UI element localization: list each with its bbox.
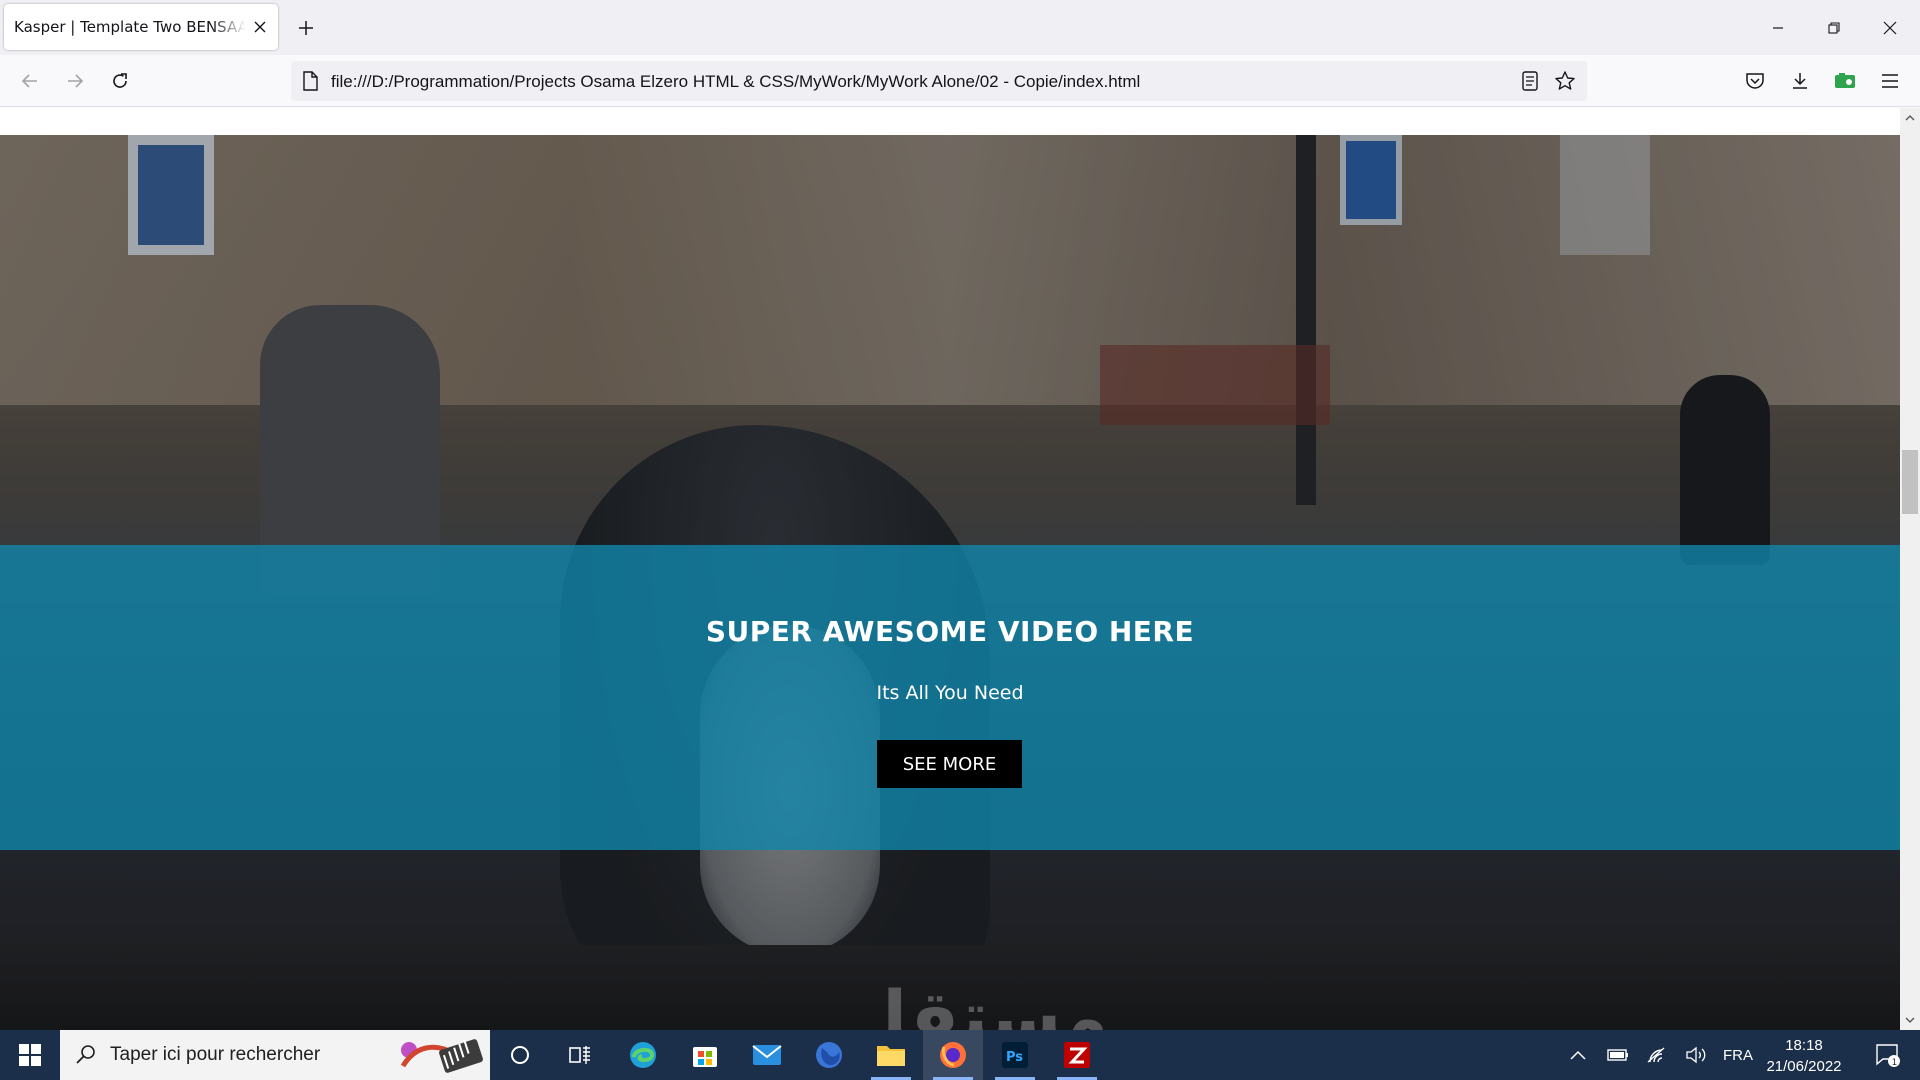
video-title: SUPER AWESOME VIDEO HERE bbox=[705, 615, 1195, 648]
pocket-icon[interactable] bbox=[1741, 67, 1769, 95]
search-placeholder: Taper ici pour rechercher bbox=[110, 1044, 321, 1065]
extension-icon[interactable] bbox=[1831, 67, 1859, 95]
photoshop-app-icon[interactable]: Ps bbox=[985, 1030, 1045, 1080]
close-window-button[interactable] bbox=[1862, 0, 1918, 55]
task-view-button[interactable] bbox=[550, 1030, 610, 1080]
page-viewport: SUPER AWESOME VIDEO HERE Its All You Nee… bbox=[0, 108, 1900, 1030]
language-text: FRA bbox=[1723, 1046, 1753, 1064]
language-indicator[interactable]: FRA bbox=[1718, 1030, 1758, 1080]
clock-time: 18:18 bbox=[1785, 1037, 1823, 1054]
see-more-button[interactable]: SEE MORE bbox=[877, 740, 1022, 788]
bookmark-star-icon[interactable] bbox=[1553, 69, 1577, 93]
video-section-background: SUPER AWESOME VIDEO HERE Its All You Nee… bbox=[0, 135, 1900, 1030]
menu-icon[interactable] bbox=[1876, 67, 1904, 95]
windows-logo-icon bbox=[19, 1044, 41, 1066]
navigation-toolbar: file:///D:/Programmation/Projects Osama … bbox=[0, 55, 1920, 107]
cortana-button[interactable] bbox=[490, 1030, 550, 1080]
wifi-icon[interactable] bbox=[1642, 1030, 1670, 1080]
scroll-up-arrow-icon[interactable] bbox=[1900, 108, 1920, 128]
scrollbar-thumb[interactable] bbox=[1902, 450, 1918, 514]
forward-button[interactable] bbox=[61, 67, 89, 95]
microsoft-store-icon[interactable] bbox=[675, 1030, 735, 1080]
back-button[interactable] bbox=[16, 67, 44, 95]
page-scrollbar[interactable] bbox=[1900, 108, 1920, 1030]
volume-icon[interactable] bbox=[1682, 1030, 1710, 1080]
page-icon bbox=[301, 71, 319, 95]
mail-app-icon[interactable] bbox=[737, 1030, 797, 1080]
url-bar[interactable]: file:///D:/Programmation/Projects Osama … bbox=[291, 61, 1587, 101]
notification-count: 1 bbox=[1892, 1058, 1898, 1067]
search-icon bbox=[74, 1043, 98, 1071]
system-clock[interactable]: 18:18 21/06/2022 bbox=[1754, 1035, 1854, 1077]
firefox-dev-app-icon[interactable] bbox=[923, 1030, 983, 1080]
battery-icon[interactable] bbox=[1604, 1030, 1632, 1080]
start-button[interactable] bbox=[0, 1030, 60, 1080]
search-highlight-music-icon bbox=[400, 1039, 483, 1073]
minimize-button[interactable] bbox=[1750, 0, 1806, 55]
video-subtitle: Its All You Need bbox=[876, 682, 1024, 704]
close-tab-icon[interactable] bbox=[252, 19, 268, 35]
reader-view-icon[interactable] bbox=[1518, 69, 1542, 93]
file-explorer-icon[interactable] bbox=[861, 1030, 921, 1080]
mostaql-watermark: مستقل bbox=[845, 975, 1109, 1030]
browser-tab[interactable]: Kasper | Template Two BENSAAD A bbox=[4, 4, 278, 50]
new-tab-button[interactable] bbox=[294, 16, 318, 40]
clock-date: 21/06/2022 bbox=[1766, 1058, 1842, 1075]
filezilla-app-icon[interactable] bbox=[1047, 1030, 1107, 1080]
video-overlay-band: SUPER AWESOME VIDEO HERE Its All You Nee… bbox=[0, 545, 1900, 850]
downloads-icon[interactable] bbox=[1786, 67, 1814, 95]
reload-button[interactable] bbox=[106, 67, 134, 95]
windows-taskbar: Taper ici pour rechercher Ps FRA 18:18 2… bbox=[0, 1030, 1920, 1080]
show-hidden-icons-chevron-icon[interactable] bbox=[1564, 1030, 1592, 1080]
tab-title: Kasper | Template Two BENSAAD A bbox=[14, 18, 246, 36]
notification-center-icon[interactable]: 1 bbox=[1866, 1030, 1910, 1080]
taskbar-search-box[interactable]: Taper ici pour rechercher bbox=[60, 1030, 490, 1080]
svg-text:Ps: Ps bbox=[1006, 1050, 1023, 1065]
scroll-down-arrow-icon[interactable] bbox=[1900, 1010, 1920, 1030]
firefox-app-icon[interactable] bbox=[799, 1030, 859, 1080]
tab-strip: Kasper | Template Two BENSAAD A bbox=[0, 0, 1920, 55]
url-text[interactable]: file:///D:/Programmation/Projects Osama … bbox=[331, 72, 1140, 92]
edge-app-icon[interactable] bbox=[613, 1030, 673, 1080]
restore-button[interactable] bbox=[1806, 0, 1862, 55]
